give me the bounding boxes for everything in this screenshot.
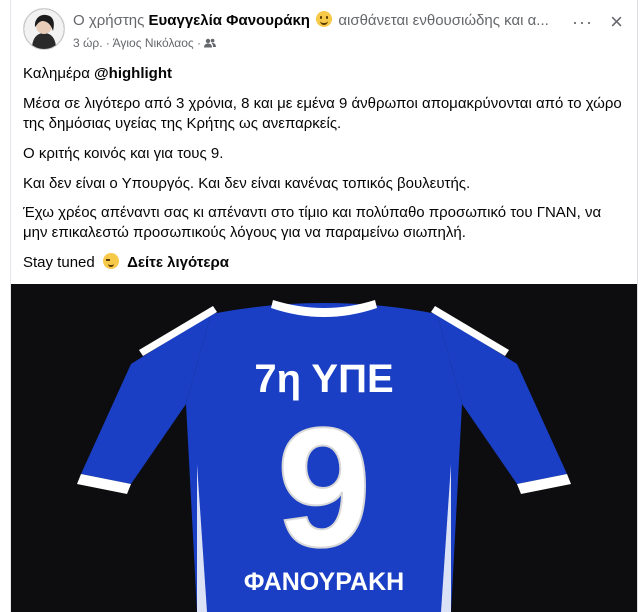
friends-icon[interactable] <box>204 38 217 48</box>
shirt-number: 9 <box>277 393 372 583</box>
post-header: Ο χρήστης Ευαγγελία Φανουράκη αισθάνεται… <box>11 0 637 58</box>
paragraph-4: Και δεν είναι ο Υπουργός. Και δεν είναι … <box>23 175 471 192</box>
close-icon[interactable]: × <box>610 11 623 33</box>
stay-tuned-text: Stay tuned <box>23 254 95 271</box>
meta-separator-2: · <box>197 36 201 50</box>
winking-face-icon <box>102 253 119 269</box>
author-prefix: Ο χρήστης <box>73 12 145 29</box>
paragraph-5: Έχω χρέος απέναντι σας κι απέναντι στο τ… <box>23 204 602 241</box>
paragraph-2: Μέσα σε λιγότερο από 3 χρόνια, 8 και με … <box>23 95 622 132</box>
greeting-line: Καλημέρα @highlight <box>23 64 172 84</box>
greeting-text: Καλημέρα <box>23 65 90 82</box>
smiling-face-icon <box>316 11 333 27</box>
highlight-mention-link[interactable]: @highlight <box>94 65 172 82</box>
shirt-name: ΦΑΝΟΥΡΑΚΗ <box>244 568 404 596</box>
paragraph-3: Ο κριτής κοινός και για τους 9. <box>23 145 224 162</box>
post-card: Ο χρήστης Ευαγγελία Φανουράκη αισθάνεται… <box>10 0 638 612</box>
see-less-link[interactable]: Δείτε λιγότερα <box>127 254 229 271</box>
post-meta: 3 ώρ. · Άγιος Νικόλαος · <box>73 36 217 50</box>
more-options-icon[interactable]: ··· <box>572 13 593 31</box>
post-time-link[interactable]: 3 ώρ. <box>73 36 103 50</box>
author-avatar[interactable] <box>23 8 65 50</box>
post-image[interactable]: 7η ΥΠΕ 9 ΦΑΝΟΥΡΑΚΗ <box>11 284 637 612</box>
jersey-image: 7η ΥΠΕ 9 ΦΑΝΟΥΡΑΚΗ <box>11 284 637 612</box>
meta-separator: · <box>105 36 110 50</box>
location-link[interactable]: Άγιος Νικόλαος <box>113 36 194 50</box>
feeling-text: αισθάνεται ενθουσιώδης και α... <box>338 12 549 29</box>
author-name-link[interactable]: Ευαγγελία Φανουράκη <box>149 12 310 29</box>
avatar-photo-icon <box>24 9 64 49</box>
post-author-line: Ο χρήστης Ευαγγελία Φανουράκη αισθάνεται… <box>73 11 583 29</box>
stay-tuned-line: Stay tuned Δείτε λιγότερα <box>23 253 229 273</box>
